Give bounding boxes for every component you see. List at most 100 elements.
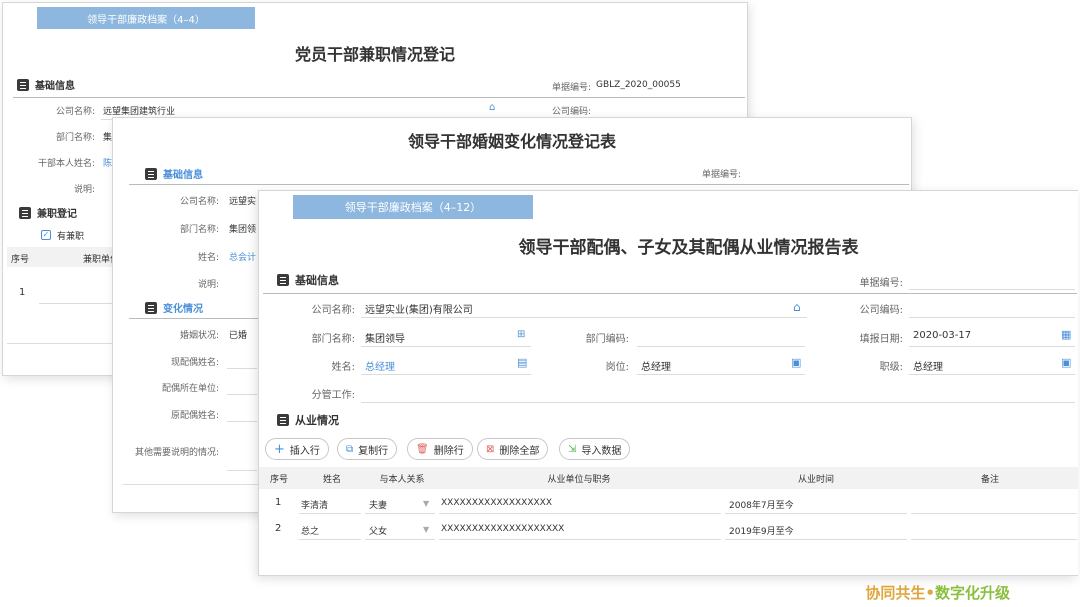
cell-underline bbox=[911, 513, 1077, 514]
row-unit[interactable]: XXXXXXXXXXXXXXXXXXXX bbox=[441, 524, 564, 534]
slogan-part2: 数字化升级 bbox=[934, 584, 1010, 602]
work-label: 分管工作: bbox=[311, 390, 355, 401]
dept-label: 部门名称: bbox=[311, 334, 355, 345]
row-relation[interactable]: 父女 bbox=[369, 524, 387, 537]
row-time[interactable]: 2019年9月至今 bbox=[729, 524, 794, 537]
delete-row-button[interactable]: 🗑 删除行 bbox=[407, 438, 473, 460]
divider bbox=[263, 293, 1077, 294]
copy-icon: ⧉ bbox=[346, 443, 354, 455]
divider bbox=[13, 97, 745, 98]
dept-value[interactable]: 集团领导 bbox=[365, 330, 405, 345]
row-name[interactable]: 李清清 bbox=[301, 498, 328, 511]
dept-label: 部门名称: bbox=[55, 133, 95, 143]
row-seq: 1 bbox=[19, 287, 26, 298]
person-card-icon[interactable]: ▤ bbox=[517, 357, 527, 368]
copy-row-button[interactable]: ⧉ 复制行 bbox=[337, 438, 398, 460]
section-parttime: 兼职登记 bbox=[19, 205, 77, 220]
checkbox-checked-icon[interactable]: ✓ bbox=[41, 230, 51, 240]
list-icon bbox=[17, 78, 29, 91]
section-basic-info: 基础信息 bbox=[17, 77, 75, 92]
spouse-unit-label: 配偶所在单位: bbox=[161, 384, 219, 394]
trash-icon: 🗑 bbox=[416, 443, 429, 455]
rank-value[interactable]: 总经理 bbox=[913, 358, 943, 373]
date-value[interactable]: 2020-03-17 bbox=[913, 330, 971, 341]
cell-underline bbox=[439, 539, 721, 540]
row-relation[interactable]: 夫妻 bbox=[369, 498, 387, 511]
row-name[interactable]: 总之 bbox=[301, 524, 319, 537]
bank-icon[interactable]: ⌂ bbox=[793, 301, 801, 313]
company-value[interactable]: 远望实业(集团)有限公司 bbox=[365, 301, 473, 316]
dept-value[interactable]: 集团领 bbox=[229, 222, 256, 235]
cell-underline bbox=[365, 513, 435, 514]
name-underline bbox=[361, 374, 531, 375]
col-note: 备注 bbox=[980, 475, 999, 485]
list-icon bbox=[145, 167, 157, 180]
table-row[interactable]: 1 李清清 夫妻 ▼ XXXXXXXXXXXXXXXXXX 2008年7月至今 bbox=[259, 491, 1078, 517]
marital-label: 婚姻状况: bbox=[179, 331, 219, 341]
rank-label: 职级: bbox=[879, 362, 903, 373]
col-name: 姓名 bbox=[322, 475, 341, 485]
bottom-divider bbox=[123, 484, 263, 485]
rank-picker-icon[interactable]: ▣ bbox=[1061, 357, 1071, 368]
list-icon bbox=[277, 274, 289, 286]
date-underline bbox=[909, 346, 1075, 347]
rank-underline bbox=[909, 374, 1075, 375]
import-data-button[interactable]: ⇲ 导入数据 bbox=[559, 438, 631, 460]
slogan-part1: 协同共生 bbox=[865, 584, 926, 602]
form-card-employment: 领导干部廉政档案（4–12） 领导干部配偶、子女及其配偶从业情况报告表 基础信息… bbox=[258, 190, 1078, 576]
import-icon: ⇲ bbox=[568, 443, 577, 455]
section-label: 兼职登记 bbox=[37, 209, 77, 220]
row-time[interactable]: 2008年7月至今 bbox=[729, 498, 794, 511]
section-employment: 从业情况 bbox=[277, 412, 339, 428]
post-value[interactable]: 总经理 bbox=[641, 358, 671, 373]
delete-all-button[interactable]: ⊠ 删除全部 bbox=[477, 438, 549, 460]
post-label: 岗位: bbox=[605, 362, 629, 373]
date-label: 填报日期: bbox=[859, 334, 903, 345]
calendar-icon[interactable]: ▦ bbox=[1061, 329, 1071, 340]
dept-value[interactable]: 集 bbox=[103, 130, 112, 143]
list-icon bbox=[19, 206, 31, 219]
company-value[interactable]: 远望集团建筑行业 bbox=[103, 104, 175, 117]
company-label: 公司名称: bbox=[55, 107, 95, 117]
doc-no-label: 单据编号: bbox=[701, 170, 741, 180]
spouse-label: 现配偶姓名: bbox=[170, 358, 219, 368]
button-label: 复制行 bbox=[358, 445, 389, 457]
name-value[interactable]: 总经理 bbox=[365, 358, 395, 373]
form-title: 领导干部配偶、子女及其配偶从业情况报告表 bbox=[518, 238, 859, 258]
section-label: 基础信息 bbox=[295, 274, 339, 287]
post-picker-icon[interactable]: ▣ bbox=[791, 357, 801, 368]
insert-row-button[interactable]: + 插入行 bbox=[265, 438, 329, 460]
list-icon bbox=[145, 301, 157, 314]
delete-all-icon: ⊠ bbox=[486, 443, 495, 455]
doc-no-label: 单据编号: bbox=[859, 278, 903, 289]
name-value[interactable]: 总会计 bbox=[229, 250, 256, 263]
dept-label: 部门名称: bbox=[179, 225, 219, 235]
archive-tag: 领导干部廉政档案（4–4） bbox=[37, 7, 255, 29]
company-value[interactable]: 远望实 bbox=[229, 194, 256, 207]
dropdown-arrow-icon[interactable]: ▼ bbox=[423, 499, 429, 508]
bank-icon[interactable]: ⌂ bbox=[489, 103, 495, 113]
table-row[interactable]: 2 总之 父女 ▼ XXXXXXXXXXXXXXXXXXXX 2019年9月至今 bbox=[259, 517, 1078, 543]
doc-no-value: GBLZ_2020_00055 bbox=[596, 80, 681, 90]
row-seq: 2 bbox=[275, 523, 282, 534]
row-unit[interactable]: XXXXXXXXXXXXXXXXXX bbox=[441, 498, 552, 508]
person-label: 干部本人姓名: bbox=[37, 159, 95, 169]
ex-spouse-label: 原配偶姓名: bbox=[170, 411, 219, 421]
company-label: 公司名称: bbox=[179, 197, 219, 207]
plus-icon: + bbox=[274, 441, 285, 457]
cell-underline bbox=[725, 513, 907, 514]
org-chart-icon[interactable]: ⊞ bbox=[517, 330, 525, 340]
has-parttime-label: 有兼职 bbox=[57, 232, 85, 242]
person-value[interactable]: 陈 bbox=[103, 156, 112, 169]
company-code-label: 公司编码: bbox=[859, 305, 903, 316]
marital-value[interactable]: 已婚 bbox=[229, 328, 247, 341]
col-relation: 与本人关系 bbox=[379, 475, 425, 485]
divider bbox=[129, 318, 269, 319]
other-underline bbox=[227, 470, 257, 471]
cell-underline bbox=[365, 539, 435, 540]
dropdown-arrow-icon[interactable]: ▼ bbox=[423, 525, 429, 534]
company-label: 公司名称: bbox=[311, 305, 355, 316]
section-label: 从业情况 bbox=[295, 414, 339, 427]
name-label: 姓名: bbox=[331, 362, 355, 373]
spouse-underline bbox=[227, 368, 257, 369]
